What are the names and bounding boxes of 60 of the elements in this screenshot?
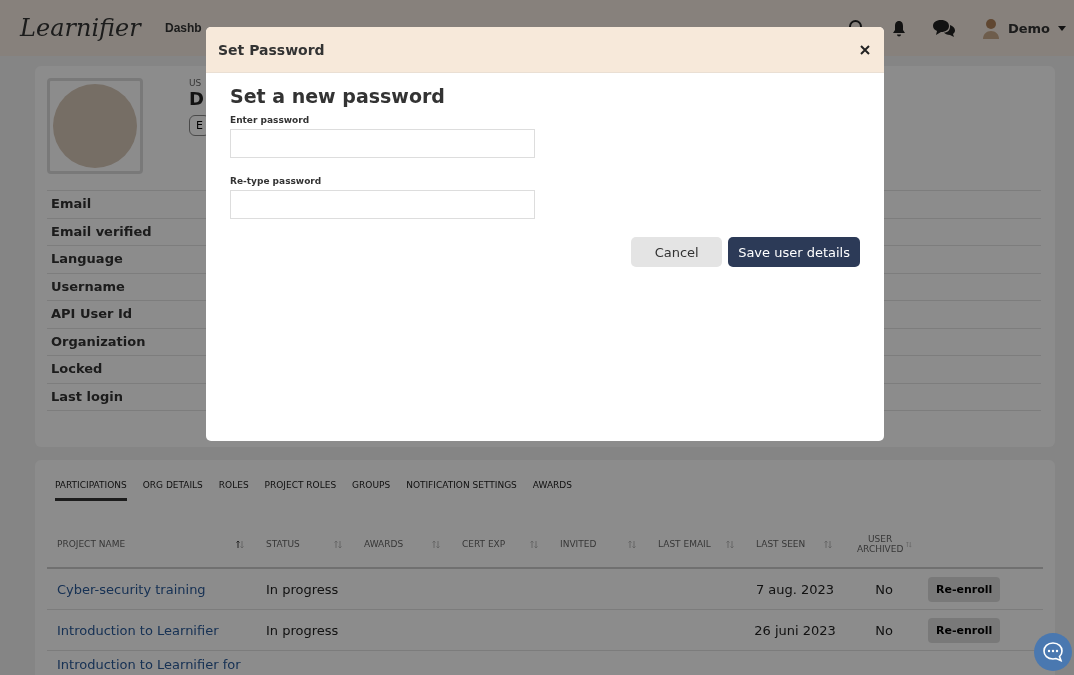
column-header: STATUS: [266, 539, 300, 549]
sort-icon[interactable]: [628, 539, 636, 549]
project-link[interactable]: Introduction to Learnifier for: [47, 657, 256, 672]
field-label: Language: [51, 250, 123, 268]
sort-icon[interactable]: [334, 539, 342, 549]
sort-icon[interactable]: [432, 539, 440, 549]
sort-icon[interactable]: [824, 539, 832, 549]
field-label: Enter password: [230, 115, 311, 125]
table-cell-text: In progress: [265, 581, 340, 597]
field-label: Locked: [51, 360, 103, 378]
column-header: LAST EMAIL: [658, 539, 711, 549]
re-enroll-button[interactable]: Re-enroll: [928, 617, 1001, 643]
avatar-icon[interactable]: [981, 17, 1000, 39]
column-header: USER ARCHIVED: [855, 534, 905, 554]
sort-icon[interactable]: [726, 539, 734, 549]
table-cell-text: No: [874, 581, 894, 597]
sort-icon[interactable]: [236, 539, 244, 549]
column-header: INVITED: [560, 539, 597, 549]
project-link[interactable]: Cyber-security training: [47, 581, 256, 597]
tab[interactable]: ROLES: [218, 478, 249, 501]
tab[interactable]: PARTICIPATIONS: [55, 478, 127, 501]
logo: Learnifier: [20, 14, 143, 42]
table-cell-text: 7 aug. 2023: [754, 581, 836, 597]
sort-icon[interactable]: [530, 539, 538, 549]
modal-title: Set Password: [218, 41, 325, 58]
field-label: US: [189, 78, 203, 88]
tab[interactable]: AWARDS: [532, 478, 572, 501]
save-button[interactable]: Save user details: [728, 237, 860, 267]
user-name[interactable]: Demo: [1007, 20, 1050, 36]
tab[interactable]: GROUPS: [352, 478, 391, 501]
field-label: Re-type password: [230, 176, 323, 186]
field-label: Organization: [51, 332, 146, 351]
field-label: Email verified: [51, 222, 152, 241]
table-cell-text: 26 juni 2023: [753, 622, 837, 638]
re-enroll-button[interactable]: Re-enroll: [928, 576, 1001, 602]
column-header: PROJECT NAME: [57, 539, 126, 549]
tab[interactable]: NOTIFICATION SETTINGS: [406, 478, 517, 501]
tab[interactable]: PROJECT ROLES: [264, 478, 337, 501]
column-header: LAST SEEN: [756, 539, 806, 549]
project-link[interactable]: Introduction to Learnifier: [47, 622, 256, 638]
password-field[interactable]: [230, 190, 535, 219]
password-field[interactable]: [230, 129, 535, 158]
field-label: Username: [51, 277, 125, 296]
nav-link[interactable]: Dashb: [165, 21, 202, 35]
column-header: AWARDS: [364, 539, 404, 549]
dialog-heading: Set a new password: [230, 85, 446, 107]
caret-icon[interactable]: [1058, 25, 1066, 31]
column-header: CERT EXP: [462, 539, 506, 549]
cancel-button[interactable]: Cancel: [631, 237, 723, 267]
chat-icon[interactable]: [931, 19, 956, 37]
chat-icon[interactable]: [1034, 633, 1072, 671]
field-label: API User Id: [51, 305, 133, 323]
tab[interactable]: ORG DETAILS: [142, 478, 203, 501]
field-label: Last login: [51, 387, 123, 406]
table-cell-text: In progress: [265, 622, 340, 638]
user-name: D: [189, 88, 205, 109]
field-label: Email: [51, 195, 92, 213]
bell-icon[interactable]: [891, 19, 906, 37]
sort-icon[interactable]: [906, 539, 912, 549]
table-cell-text: No: [874, 622, 894, 638]
